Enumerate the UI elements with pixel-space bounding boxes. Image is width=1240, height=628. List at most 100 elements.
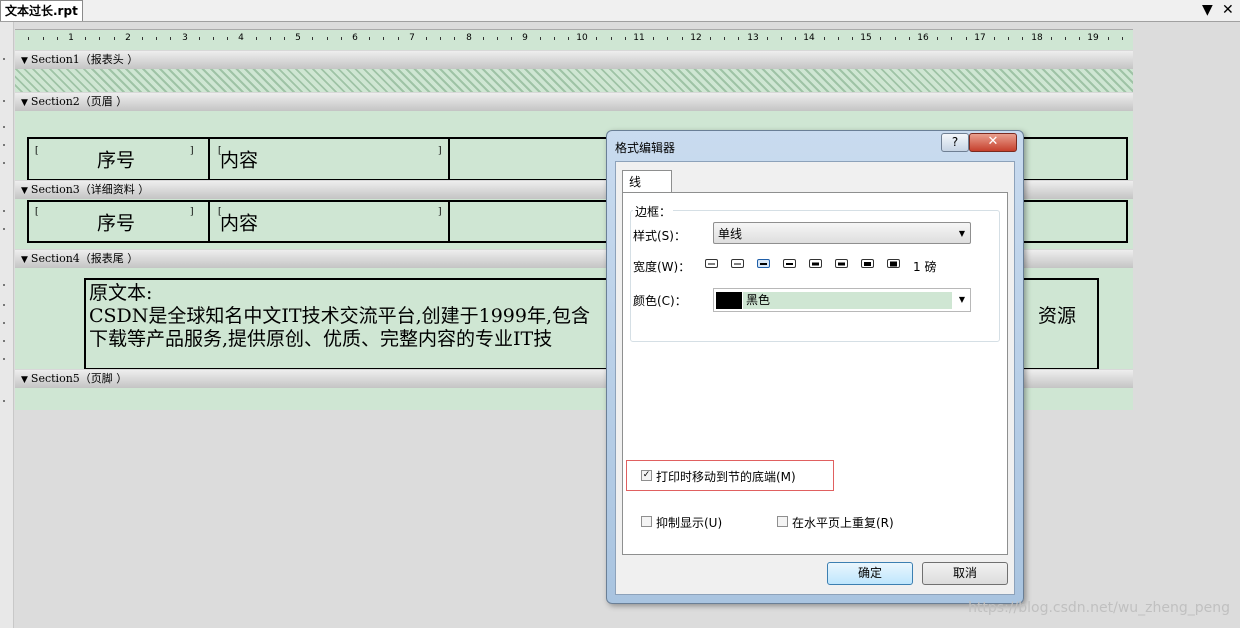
ruler-tick [28,37,29,40]
cancel-button[interactable]: 取消 [922,562,1008,585]
width-option-icon[interactable] [731,259,744,268]
field-handle-icon: ] [438,146,442,156]
ruler-tick [341,37,342,40]
section-label: Section3（详细资料 ） [30,183,150,196]
seq-detail-field[interactable]: 序号 [ ] [29,202,210,241]
collapse-triangle-icon[interactable]: ▼ [21,182,28,200]
ruler-tick [625,37,626,40]
ruler-tick [383,37,384,40]
ruler-tick [554,37,555,40]
help-button[interactable]: ? [941,133,969,152]
field-handle-icon: ] [190,207,194,217]
ruler-tick [43,37,44,40]
ruler-tick [57,37,58,40]
document-tab[interactable]: 文本过长.rpt [0,0,83,21]
section-bar-page-header[interactable]: ▼ Section2（页眉 ） [15,92,1133,111]
content-header-field[interactable]: 内容 [ ] [210,139,450,179]
section-label: Section1（报表头 ） [30,53,139,66]
color-select[interactable]: 黑色 ▼ [713,288,971,312]
close-document-icon[interactable]: ✕ [1222,2,1234,18]
seq-header-text: 序号 [97,149,136,172]
ruler-tick [710,37,711,40]
field-handle-icon: ] [190,146,194,156]
ruler-number: 4 [238,33,244,43]
ruler-number: 18 [1031,33,1043,43]
collapse-triangle-icon[interactable]: ▼ [21,251,28,269]
width-option-icon[interactable] [861,259,874,268]
ruler-tick [1051,37,1052,40]
chevron-down-icon: ▼ [958,295,965,304]
ruler-number: 1 [68,33,74,43]
format-editor-dialog: 格式编辑器 ? ✕ 线 边框： 样式(S)： 单线 ▼ 宽度(W)： 1 磅 颜… [606,130,1024,604]
section-label: Section2（页眉 ） [30,95,128,108]
ruler-tick [596,37,597,40]
ruler-tick [1008,37,1009,40]
content-header-text: 内容 [220,149,259,172]
dialog-close-button[interactable]: ✕ [969,133,1017,152]
width-option-selected-icon[interactable] [757,259,770,268]
collapse-triangle-icon[interactable]: ▼ [21,52,28,70]
gutter-mark [3,210,5,212]
tab-list-dropdown-icon[interactable]: ▼ [1202,2,1213,18]
suppress-label: 抑制显示(U) [656,516,723,530]
ruler-tick [838,37,839,40]
ruler-tick [824,37,825,40]
ok-button[interactable]: 确定 [827,562,913,585]
ruler-tick [611,37,612,40]
ruler-tick [426,37,427,40]
field-handle-icon: [ [218,146,222,156]
gutter-mark [3,358,5,360]
collapse-triangle-icon[interactable]: ▼ [21,94,28,112]
ruler-tick [270,37,271,40]
width-option-icon[interactable] [887,259,900,268]
watermark: https://blog.csdn.net/wu_zheng_peng [968,600,1230,616]
width-option-icon[interactable] [783,259,796,268]
ruler-tick [951,37,952,40]
ruler-tick [653,37,654,40]
gutter-mark [3,304,5,306]
field-handle-icon: [ [35,146,39,156]
ruler-tick [256,37,257,40]
ruler-tick [511,37,512,40]
gutter-mark [3,144,5,146]
color-label: 颜色(C)： [633,294,687,308]
style-select-value: 单线 [718,227,743,241]
ruler-tick [497,37,498,40]
seq-header-field[interactable]: 序号 [ ] [29,139,210,179]
ruler-number: 2 [125,33,131,43]
field-handle-icon: ] [438,207,442,217]
repeat-horizontal-checkbox[interactable] [777,516,788,527]
ruler-tick [540,37,541,40]
style-select[interactable]: 单线 ▼ [713,222,971,244]
ruler-tick [937,37,938,40]
ruler-tick [114,37,115,40]
ruler-number: 7 [409,33,415,43]
tab-line[interactable]: 线 [622,170,672,192]
ruler-number: 16 [917,33,929,43]
gutter-mark [3,126,5,128]
chevron-down-icon: ▼ [958,229,965,238]
collapse-triangle-icon[interactable]: ▼ [21,371,28,389]
width-option-icon[interactable] [809,259,822,268]
width-label: 宽度(W)： [633,260,691,274]
ruler-tick [966,37,967,40]
ruler-number: 3 [182,33,188,43]
ruler-tick [170,37,171,40]
width-value: 1 磅 [913,260,937,274]
ruler-tick [1122,37,1123,40]
width-option-icon[interactable] [835,259,848,268]
section-bar-report-header[interactable]: ▼ Section1（报表头 ） [15,50,1133,69]
ruler-number: 10 [576,33,588,43]
move-to-bottom-checkbox[interactable]: ✓ [641,470,652,481]
color-swatch [716,292,742,309]
style-label: 样式(S)： [633,229,686,243]
section-label: Section4（报表尾 ） [30,252,139,265]
ruler-number: 11 [633,33,645,43]
content-detail-field[interactable]: 内容 [ ] [210,202,450,241]
repeat-horizontal-label: 在水平页上重复(R) [792,516,894,530]
field-handle-icon: [ [35,207,39,217]
field-handle-icon: [ [218,207,222,217]
ruler-number: 8 [466,33,472,43]
suppress-checkbox[interactable] [641,516,652,527]
width-option-icon[interactable] [705,259,718,268]
